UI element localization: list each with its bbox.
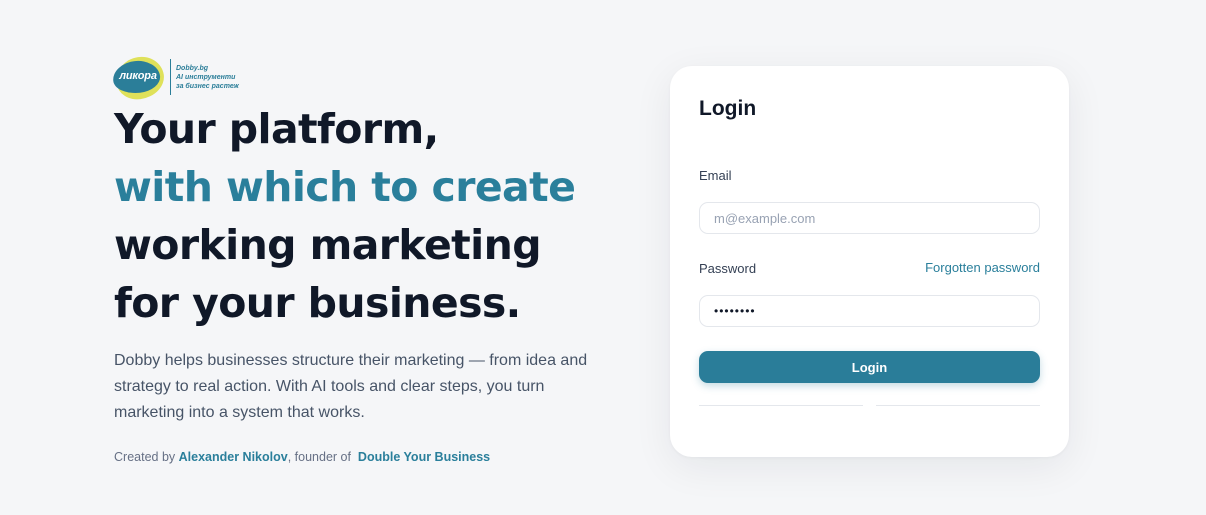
hero-title-line: working marketing <box>114 221 542 269</box>
hero-title-line: Your platform, <box>114 105 439 153</box>
hero-description-line: Dobby helps businesses structure their m… <box>114 352 588 369</box>
login-button[interactable]: Login <box>699 351 1040 383</box>
brand-badge: ликора <box>111 53 167 103</box>
company-link[interactable]: Double Your Business <box>358 450 490 464</box>
brand-name: ликора <box>119 70 157 82</box>
brand-tagline-line: за бизнес растеж <box>176 82 239 90</box>
hero-title-line: for your business. <box>114 279 521 327</box>
brand-separator <box>170 59 171 95</box>
hero-title: Your platform, with which to create work… <box>114 100 674 332</box>
email-input[interactable] <box>699 202 1040 234</box>
credits-line: Created by Alexander Nikolov, founder of… <box>114 450 490 464</box>
password-input[interactable] <box>699 295 1040 327</box>
brand-tagline-line: Dobby.bg <box>176 64 209 72</box>
hero-description-line: strategy to real action. With AI tools a… <box>114 378 545 395</box>
brand-logo[interactable]: ликора Dobby.bg AI инструменти за бизнес… <box>111 53 239 103</box>
login-page: ликора Dobby.bg AI инструменти за бизнес… <box>0 0 1206 515</box>
forgotten-password-link[interactable]: Forgotten password <box>925 260 1040 275</box>
credits-prefix: Created by <box>114 450 176 464</box>
divider-left <box>699 405 863 406</box>
password-label: Password <box>699 261 757 276</box>
brand-tagline: Dobby.bg AI инструменти за бизнес растеж <box>176 64 239 91</box>
hero-title-line-accent: with which to create <box>114 163 576 211</box>
divider-right <box>876 405 1040 406</box>
email-label: Email <box>699 168 732 183</box>
brand-tagline-line: AI инструменти <box>176 73 236 81</box>
login-card: Login Email Password Forgotten password … <box>670 66 1069 457</box>
hero-description-line: marketing into a system that works. <box>114 404 365 421</box>
author-link[interactable]: Alexander Nikolov <box>179 450 288 464</box>
credits-middle: , founder of <box>287 450 351 464</box>
login-title: Login <box>699 97 757 120</box>
hero-description: Dobby helps businesses structure their m… <box>114 348 634 426</box>
